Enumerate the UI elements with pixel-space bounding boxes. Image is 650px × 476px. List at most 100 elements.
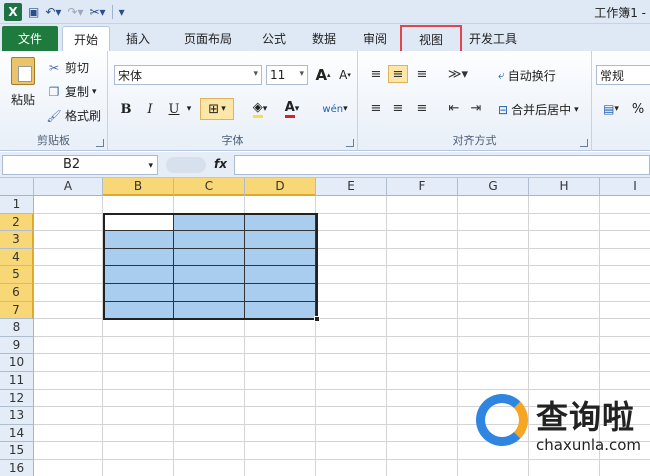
row-header-10[interactable]: 10 [0,354,34,372]
cell-i3[interactable] [600,231,650,249]
cell-f15[interactable] [387,442,458,460]
align-center-icon[interactable]: ≡ [388,99,408,117]
cell-b8[interactable] [103,319,174,337]
cell-a3[interactable] [34,231,103,249]
font-launcher-icon[interactable] [346,139,354,147]
cell-g10[interactable] [458,354,529,372]
cell-g11[interactable] [458,372,529,390]
cell-c1[interactable] [174,196,245,214]
cell-c8[interactable] [174,319,245,337]
row-header-5[interactable]: 5 [0,266,34,284]
column-header-a[interactable]: A [34,178,103,196]
cell-f4[interactable] [387,248,458,267]
cell-i9[interactable] [600,336,650,355]
cell-c7[interactable] [174,301,245,320]
cell-c13[interactable] [174,407,245,425]
more-icon[interactable]: ▾ [119,5,125,19]
cell-e1[interactable] [316,196,387,214]
cell-e14[interactable] [316,424,387,443]
cell-h8[interactable] [529,319,600,337]
alignment-launcher-icon[interactable] [580,139,588,147]
cell-c16[interactable] [174,460,245,476]
row-header-12[interactable]: 12 [0,389,34,408]
merge-center-button[interactable]: ⊟ 合并后居中 ▾ [498,101,579,118]
cell-g1[interactable] [458,196,529,214]
cell-d7[interactable] [245,301,316,320]
align-right-icon[interactable]: ≡ [412,99,432,117]
cell-d1[interactable] [245,196,316,214]
cell-a2[interactable] [34,213,103,232]
cell-c12[interactable] [174,389,245,408]
cell-a12[interactable] [34,389,103,408]
cell-b12[interactable] [103,389,174,408]
tab-insert[interactable]: 插入 [110,26,166,51]
percent-button[interactable]: % [630,99,646,119]
cell-d4[interactable] [245,248,316,267]
cell-f13[interactable] [387,407,458,425]
accounting-format-button[interactable]: ▤ ▾ [598,99,624,119]
align-bottom-icon[interactable]: ≡ [412,65,432,83]
cell-h11[interactable] [529,372,600,390]
cell-e6[interactable] [316,284,387,302]
cell-d2[interactable] [245,213,316,232]
cell-c5[interactable] [174,266,245,284]
underline-dropdown[interactable]: ▾ [184,99,194,119]
column-header-d[interactable]: D [245,178,316,196]
cell-g6[interactable] [458,284,529,302]
cell-g3[interactable] [458,231,529,249]
cell-f6[interactable] [387,284,458,302]
cell-b11[interactable] [103,372,174,390]
tab-formulas[interactable]: 公式 [250,26,298,51]
cell-g2[interactable] [458,213,529,232]
cell-d8[interactable] [245,319,316,337]
align-left-icon[interactable]: ≡ [366,99,386,117]
italic-button[interactable]: I [140,99,160,119]
cell-e12[interactable] [316,389,387,408]
cell-a14[interactable] [34,424,103,443]
cell-f11[interactable] [387,372,458,390]
cell-d13[interactable] [245,407,316,425]
cell-i4[interactable] [600,248,650,267]
cell-f8[interactable] [387,319,458,337]
clipboard-launcher-icon[interactable] [96,139,104,147]
tab-page-layout[interactable]: 页面布局 [166,26,250,51]
cell-e13[interactable] [316,407,387,425]
cell-i7[interactable] [600,301,650,320]
cell-d11[interactable] [245,372,316,390]
font-name-select[interactable]: 宋体 ▾ [114,65,262,85]
cell-i10[interactable] [600,354,650,372]
cell-g7[interactable] [458,301,529,320]
cell-e11[interactable] [316,372,387,390]
cell-f2[interactable] [387,213,458,232]
cell-a10[interactable] [34,354,103,372]
row-header-3[interactable]: 3 [0,231,34,249]
cell-e5[interactable] [316,266,387,284]
tab-data[interactable]: 数据 [298,26,350,51]
cell-f9[interactable] [387,336,458,355]
cell-i2[interactable] [600,213,650,232]
cell-b5[interactable] [103,266,174,284]
cell-c9[interactable] [174,336,245,355]
cell-h4[interactable] [529,248,600,267]
cell-h2[interactable] [529,213,600,232]
row-header-1[interactable]: 1 [0,196,34,214]
cell-i1[interactable] [600,196,650,214]
cell-b6[interactable] [103,284,174,302]
cell-b16[interactable] [103,460,174,476]
cell-b1[interactable] [103,196,174,214]
align-top-icon[interactable]: ≡ [366,65,386,83]
select-all-corner[interactable] [0,178,34,196]
cell-h1[interactable] [529,196,600,214]
cell-h6[interactable] [529,284,600,302]
cell-e9[interactable] [316,336,387,355]
column-header-b[interactable]: B [103,178,174,196]
align-middle-icon[interactable]: ≡ [388,65,408,83]
cell-f10[interactable] [387,354,458,372]
cell-b9[interactable] [103,336,174,355]
row-header-11[interactable]: 11 [0,372,34,390]
cell-b2[interactable] [103,213,174,232]
row-header-16[interactable]: 16 [0,460,34,476]
cell-b7[interactable] [103,301,174,320]
orientation-icon[interactable]: ≫▾ [444,65,472,83]
cell-a1[interactable] [34,196,103,214]
